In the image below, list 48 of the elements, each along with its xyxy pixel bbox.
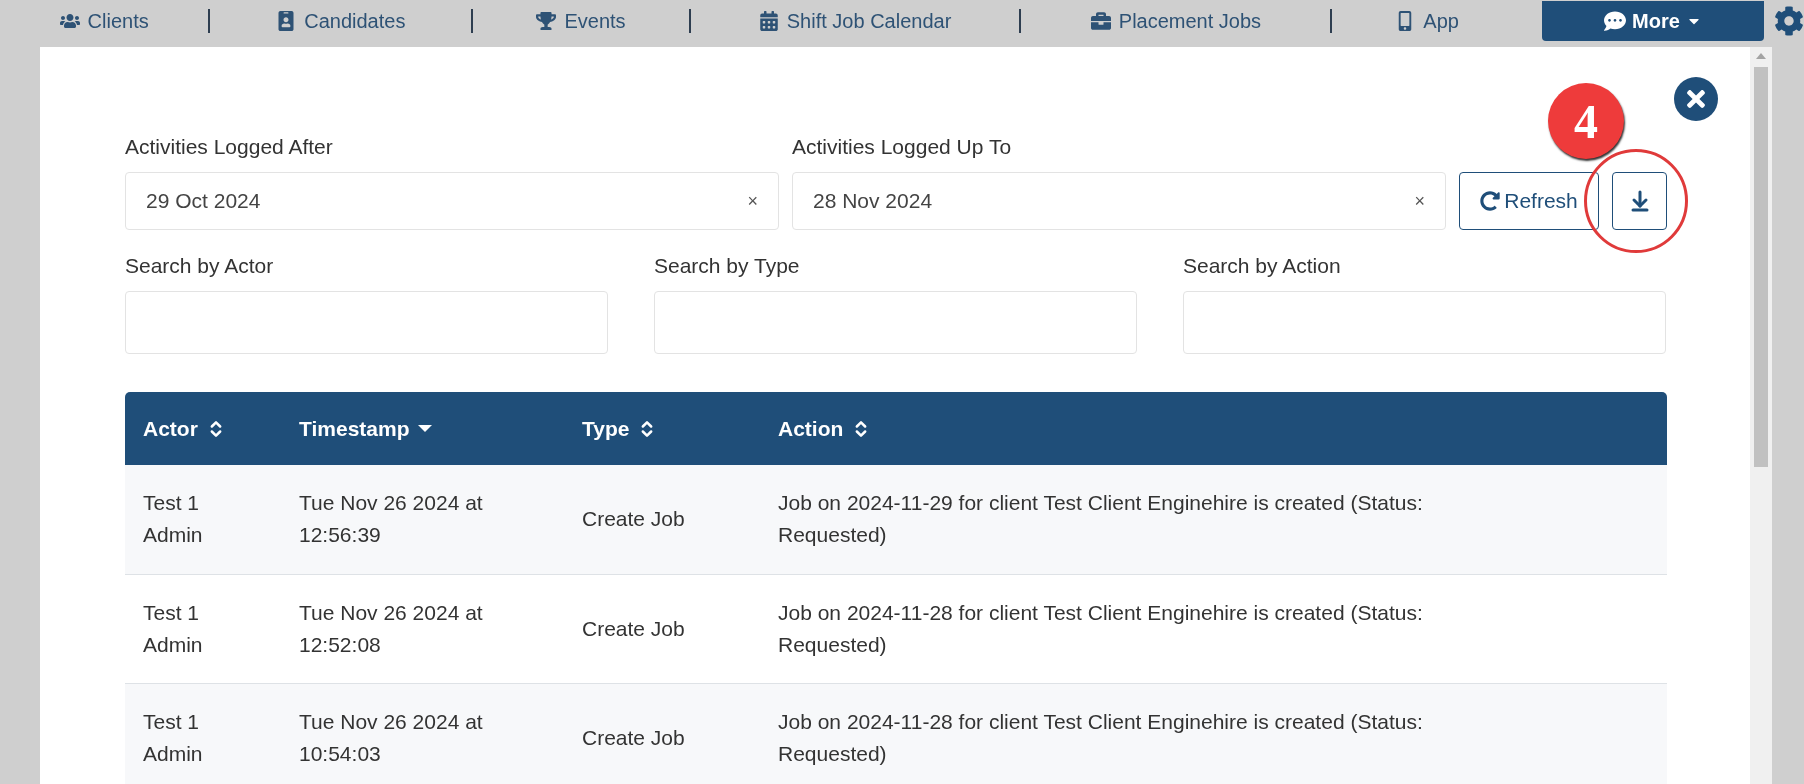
column-header[interactable]: Action <box>760 392 1667 465</box>
date-field[interactable]: 29 Oct 2024 × <box>125 172 779 230</box>
column-header[interactable]: Type <box>564 392 760 465</box>
table-cell: Create Job <box>564 574 760 683</box>
table-cell: Create Job <box>564 465 760 574</box>
nav-link[interactable]: Clients <box>0 8 209 34</box>
refresh-icon <box>1480 191 1501 211</box>
step-badge: 4 <box>1548 83 1624 159</box>
search-field[interactable] <box>654 291 1137 354</box>
field-label: Activities Logged After <box>125 135 334 159</box>
table-cell: Job on 2024-11-29 for client Test Client Enginehire is created (Status: Requested) <box>760 465 1667 574</box>
nav-icon <box>1090 11 1111 31</box>
scrollbar[interactable] <box>1750 47 1772 784</box>
field-label: Search by Action <box>1183 254 1342 278</box>
column-header[interactable]: Actor <box>125 392 281 465</box>
search-field[interactable] <box>125 291 608 354</box>
column-header[interactable]: Timestamp <box>281 392 564 465</box>
field-label: Activities Logged Up To <box>792 135 1013 159</box>
table-cell: Test 1 Admin <box>125 465 281 574</box>
clear-icon[interactable]: × <box>747 190 758 212</box>
nav-icon <box>536 11 557 31</box>
refresh-button[interactable]: Refresh <box>1459 172 1599 230</box>
close-button[interactable] <box>1674 77 1718 121</box>
nav-link[interactable]: App <box>1332 8 1522 34</box>
nav-icon <box>758 11 779 31</box>
table-cell: Job on 2024-11-28 for client Test Client Enginehire is created (Status: Requested) <box>760 683 1667 784</box>
chat-icon <box>1604 10 1626 32</box>
nav-icon <box>59 11 80 31</box>
nav-icon <box>276 11 297 31</box>
nav-link[interactable]: Candidates <box>210 8 472 34</box>
table-cell: Create Job <box>564 683 760 784</box>
field-label: Search by Type <box>654 254 801 278</box>
table-cell: Tue Nov 26 2024 at 12:56:39 <box>281 465 564 574</box>
table-cell: Tue Nov 26 2024 at 10:54:03 <box>281 683 564 784</box>
table-cell: Test 1 Admin <box>125 683 281 784</box>
settings-icon[interactable] <box>1774 6 1804 36</box>
table-cell: Tue Nov 26 2024 at 12:52:08 <box>281 574 564 683</box>
date-field[interactable]: 28 Nov 2024 × <box>792 172 1446 230</box>
table-cell: Job on 2024-11-28 for client Test Client Enginehire is created (Status: Requested) <box>760 574 1667 683</box>
nav-link[interactable]: Placement Jobs <box>1021 8 1331 34</box>
more-button[interactable]: More <box>1541 1 1765 41</box>
field-label: Search by Actor <box>125 254 275 278</box>
table-cell: Test 1 Admin <box>125 574 281 683</box>
search-field[interactable] <box>1183 291 1666 354</box>
nav-link[interactable]: Shift Job Calendar <box>690 8 1020 34</box>
nav-link[interactable]: Events <box>473 8 689 34</box>
download-button[interactable] <box>1612 172 1667 230</box>
clear-icon[interactable]: × <box>1414 190 1425 212</box>
